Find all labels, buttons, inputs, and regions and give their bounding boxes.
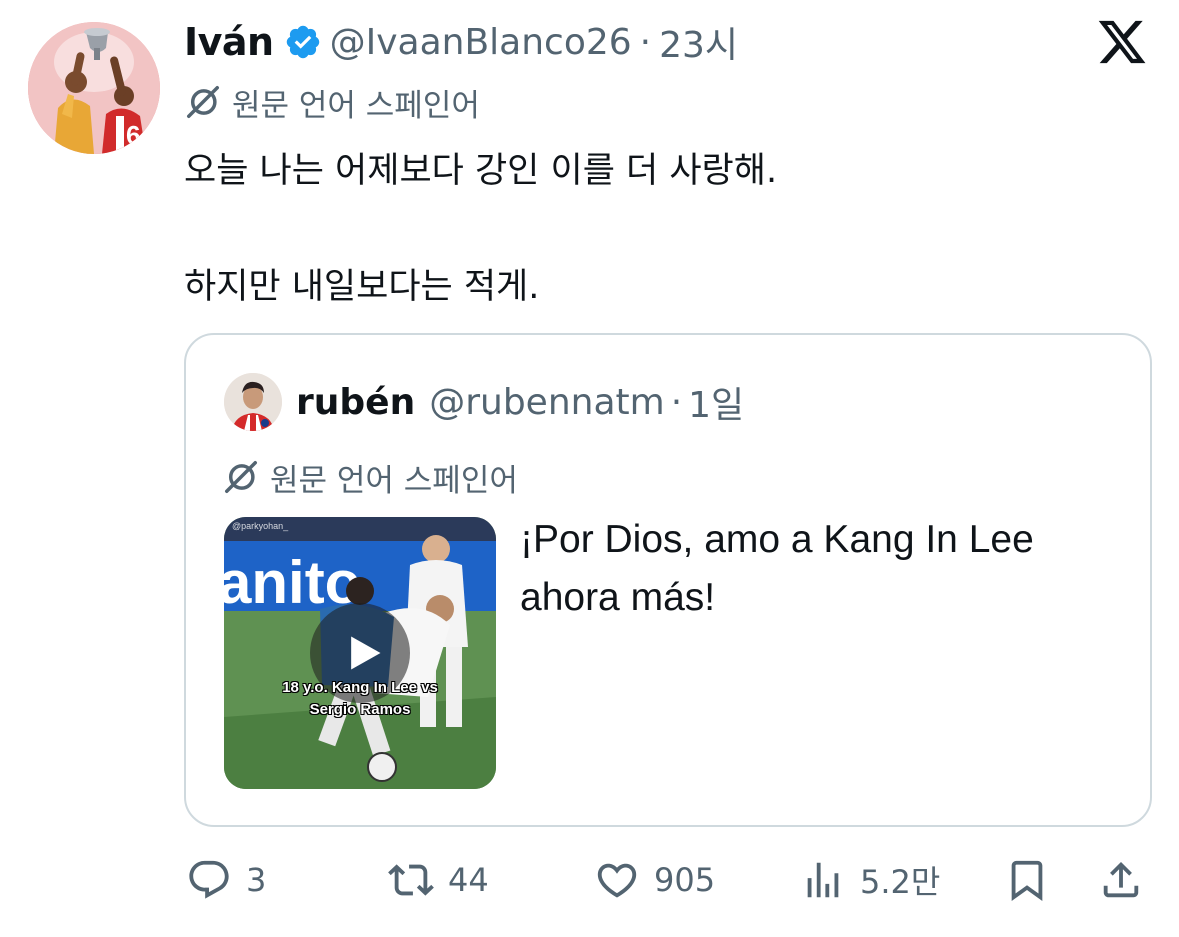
view-count: 5.2만 bbox=[860, 863, 941, 901]
video-thumbnail[interactable]: anito @parkyohan_ 18 y.o. Kang In Lee vs bbox=[224, 517, 496, 789]
separator-dot: · bbox=[670, 381, 683, 423]
separator-dot: · bbox=[639, 21, 652, 63]
bookmark-button[interactable] bbox=[1004, 852, 1050, 908]
quoted-tweet-time[interactable]: 1일 bbox=[688, 376, 744, 428]
video-caption-line-1: 18 y.o. Kang In Lee vs bbox=[282, 679, 438, 696]
quoted-tweet-text: ¡Por Dios, amo a Kang In Lee ahora más! bbox=[520, 518, 1034, 619]
author-handle[interactable]: @IvaanBlanco26 bbox=[330, 22, 632, 63]
reply-count: 3 bbox=[246, 861, 267, 899]
views-icon bbox=[807, 862, 839, 898]
retweet-button[interactable]: 44 bbox=[388, 852, 489, 908]
quoted-author-handle[interactable]: @rubennatm bbox=[429, 382, 665, 423]
translation-label: 원문 언어 스페인어 bbox=[232, 87, 480, 124]
play-icon bbox=[351, 636, 381, 670]
share-icon bbox=[1103, 861, 1139, 898]
retweet-count: 44 bbox=[448, 861, 489, 899]
like-count: 905 bbox=[654, 861, 716, 899]
tweet-text-line-2: 하지만 내일보다는 적게. bbox=[184, 267, 540, 307]
video-caption-line-2: Sergio Ramos bbox=[309, 701, 411, 718]
quoted-author-avatar[interactable] bbox=[224, 373, 282, 431]
reply-icon bbox=[189, 860, 229, 899]
quoted-translation-note[interactable]: 원문 언어 스페인어 bbox=[222, 455, 518, 499]
quoted-tweet-card[interactable]: rubén @rubennatm · 1일 원문 언어 스페인어 anito @… bbox=[184, 333, 1152, 827]
reply-button[interactable]: 3 bbox=[186, 852, 266, 908]
verified-badge-icon[interactable] bbox=[284, 23, 322, 61]
svg-text:6: 6 bbox=[126, 120, 140, 150]
translate-icon bbox=[222, 458, 260, 496]
bookmark-icon bbox=[1011, 860, 1043, 901]
tweet-text-line-1: 오늘 나는 어제보다 강인 이를 더 사랑해. bbox=[184, 151, 778, 191]
x-logo-icon[interactable] bbox=[1096, 16, 1148, 68]
tweet-time[interactable]: 23시 bbox=[659, 16, 738, 68]
quoted-tweet-header: rubén @rubennatm · 1일 bbox=[224, 371, 744, 433]
video-watermark: @parkyohan_ bbox=[232, 521, 289, 531]
retweet-icon bbox=[388, 864, 434, 896]
like-icon bbox=[597, 863, 637, 898]
quoted-author-name[interactable]: rubén bbox=[296, 382, 415, 423]
action-bar: 3 44 905 5.2만 bbox=[184, 852, 1152, 908]
author-avatar[interactable]: 6 bbox=[28, 22, 160, 154]
tweet-header: Iván @IvaanBlanco26 · 23시 bbox=[184, 16, 738, 68]
author-name[interactable]: Iván bbox=[184, 20, 274, 64]
views-button[interactable]: 5.2만 bbox=[800, 852, 940, 908]
translation-note[interactable]: 원문 언어 스페인어 bbox=[184, 80, 480, 124]
share-button[interactable] bbox=[1098, 852, 1144, 908]
like-button[interactable]: 905 bbox=[594, 852, 715, 908]
translation-label: 원문 언어 스페인어 bbox=[270, 462, 518, 499]
translate-icon bbox=[184, 83, 222, 121]
